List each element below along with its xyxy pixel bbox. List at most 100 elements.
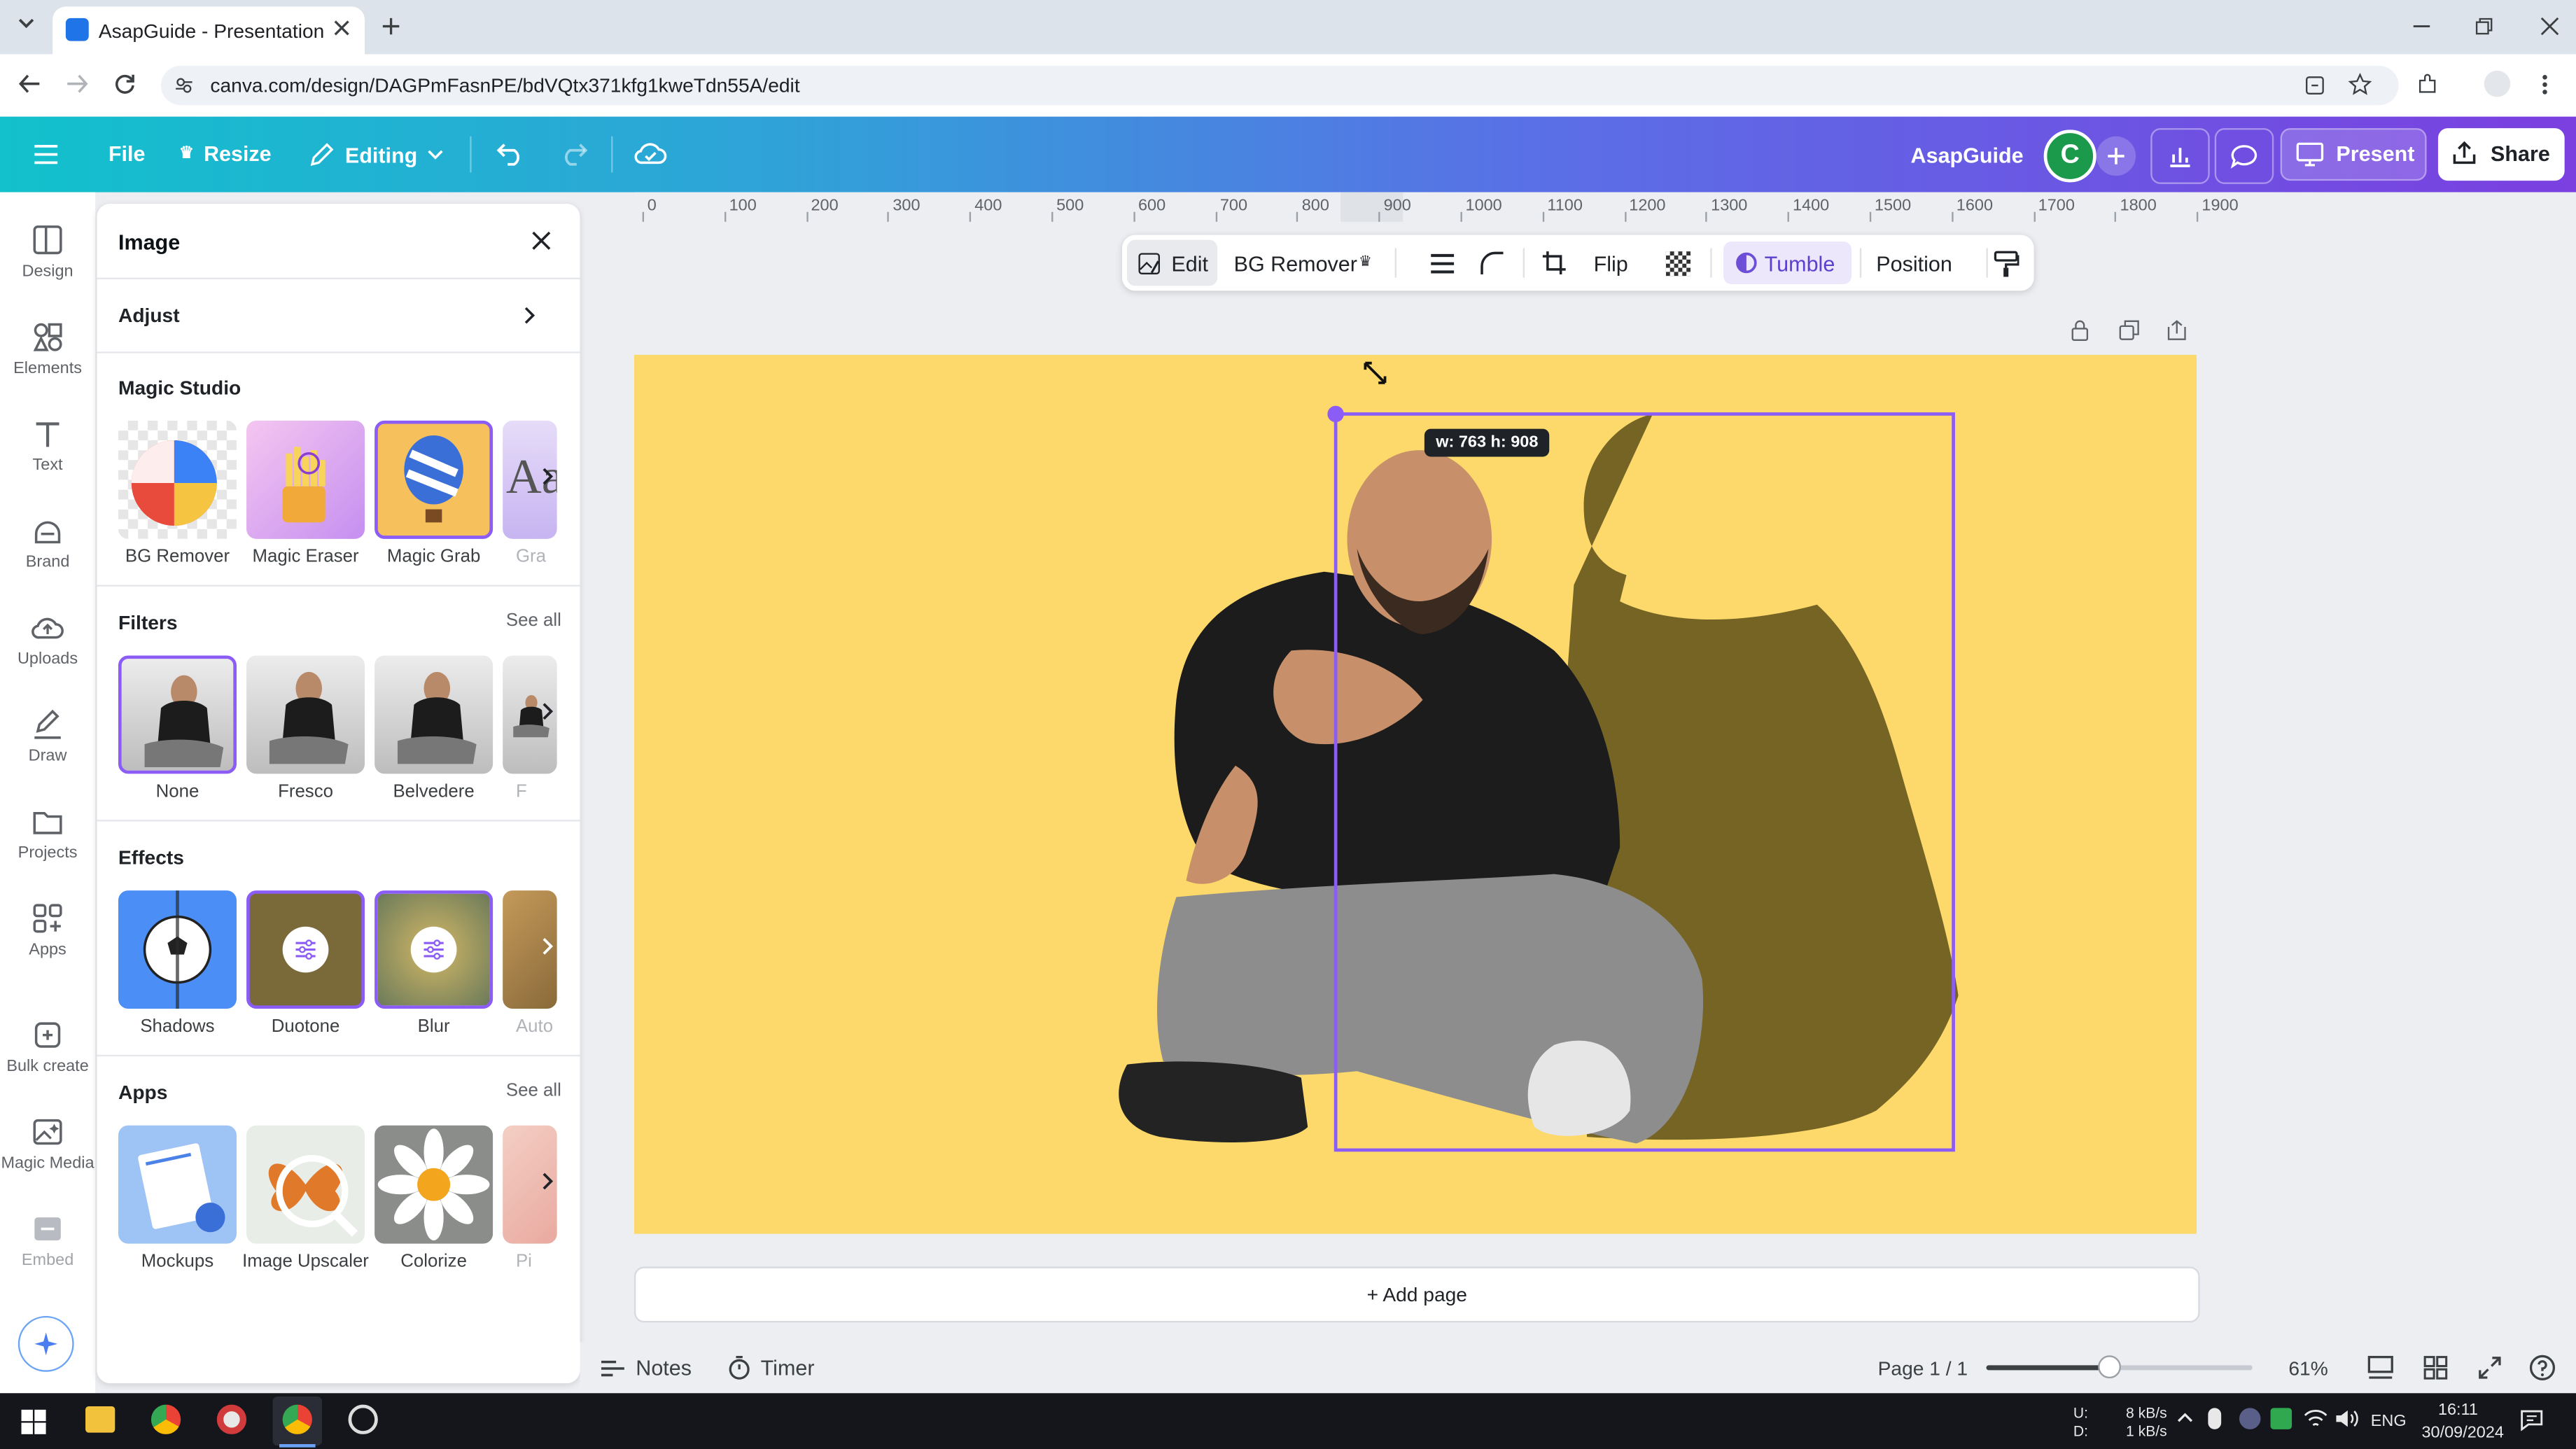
fullscreen-icon[interactable] (2477, 1355, 2502, 1380)
volume-icon[interactable] (2334, 1408, 2359, 1429)
rail-text[interactable]: Text (0, 417, 95, 475)
tumble-animation-button[interactable]: Tumble (1723, 241, 1852, 285)
rail-bulk-create[interactable]: Bulk create (0, 1018, 95, 1076)
forward-icon[interactable] (66, 72, 89, 95)
scroll-right-icon[interactable] (539, 467, 555, 486)
position-button[interactable]: Position (1876, 251, 1952, 276)
install-app-icon[interactable] (2303, 74, 2326, 97)
shadows-effect-tile[interactable] (118, 890, 237, 1009)
mockups-app-tile[interactable] (118, 1125, 237, 1244)
corner-rounding-icon[interactable] (1478, 250, 1505, 276)
cloud-saved-icon[interactable] (634, 138, 667, 167)
filter-tile[interactable] (374, 655, 493, 774)
close-window-icon[interactable] (2540, 16, 2559, 36)
windows-start-icon[interactable] (21, 1409, 46, 1434)
lock-page-icon[interactable] (2068, 318, 2092, 342)
zoom-slider[interactable] (1986, 1355, 2253, 1379)
recorder-icon[interactable] (216, 1404, 247, 1434)
resize-button[interactable]: ♛ Resize (179, 141, 272, 166)
rail-magic-media[interactable]: Magic Media (0, 1116, 95, 1173)
rail-apps[interactable]: Apps (0, 902, 95, 960)
adjust-row[interactable]: Adjust (97, 279, 580, 351)
tray-app-icon[interactable] (2239, 1408, 2261, 1429)
rail-brand[interactable]: Brand (0, 514, 95, 572)
add-page-up-icon[interactable] (2165, 318, 2188, 342)
magic-assistant-icon[interactable] (18, 1315, 74, 1372)
notifications-icon[interactable] (2520, 1410, 2543, 1432)
grid-view-icon[interactable] (2423, 1355, 2448, 1380)
undo-icon[interactable] (496, 139, 526, 166)
rail-projects[interactable]: Projects (0, 805, 95, 862)
scroll-right-icon[interactable] (539, 937, 555, 956)
clock-time[interactable]: 16:11 (2438, 1401, 2478, 1420)
comments-icon[interactable] (2214, 128, 2274, 184)
filters-see-all-link[interactable]: See all (506, 611, 561, 631)
url-text[interactable]: canva.com/design/DAGPmFasnPE/bdVQtx371kf… (210, 74, 799, 97)
scroll-right-icon[interactable] (539, 701, 555, 721)
site-info-icon[interactable] (174, 76, 194, 95)
flip-button[interactable]: Flip (1594, 251, 1628, 276)
chrome-active-icon[interactable] (282, 1404, 312, 1434)
duplicate-page-icon[interactable] (2118, 318, 2141, 342)
reload-icon[interactable] (113, 72, 136, 95)
redo-icon[interactable] (559, 139, 588, 166)
team-name[interactable]: AsapGuide (1911, 143, 2024, 167)
insights-chart-icon[interactable] (2150, 128, 2210, 184)
thumbnails-view-icon[interactable] (2367, 1355, 2394, 1380)
language-indicator[interactable]: ENG (2371, 1413, 2407, 1431)
browser-tab[interactable]: AsapGuide - Presentation (52, 6, 365, 55)
share-button[interactable]: Share (2437, 128, 2565, 181)
apps-see-all-link[interactable]: See all (506, 1081, 561, 1100)
page-indicator[interactable]: Page 1 / 1 (1878, 1357, 1968, 1380)
magic-grab-tile[interactable] (374, 420, 493, 539)
present-button[interactable]: Present (2280, 128, 2427, 181)
zoom-percent[interactable]: 61% (2288, 1357, 2328, 1380)
help-icon[interactable] (2528, 1354, 2556, 1382)
resize-handle[interactable] (1327, 405, 1344, 423)
file-explorer-icon[interactable] (85, 1406, 115, 1433)
magic-eraser-tile[interactable] (246, 420, 365, 539)
wifi-icon[interactable] (2303, 1408, 2328, 1429)
blur-effect-tile[interactable] (374, 890, 493, 1009)
copy-style-icon[interactable] (1993, 250, 2019, 278)
show-hidden-icons-icon[interactable] (2177, 1411, 2193, 1424)
clock-date[interactable]: 30/09/2024 (2421, 1424, 2503, 1443)
invite-plus-icon[interactable] (2096, 136, 2136, 176)
microphone-icon[interactable] (2208, 1408, 2222, 1429)
crop-icon[interactable] (1541, 250, 1567, 276)
minimize-icon[interactable] (2412, 16, 2431, 36)
colorize-app-tile[interactable] (374, 1125, 493, 1244)
filter-tile[interactable] (246, 655, 365, 774)
profile-avatar[interactable] (2484, 70, 2511, 97)
chrome-menu-icon[interactable] (2540, 72, 2549, 97)
bookmark-star-icon[interactable] (2348, 72, 2372, 97)
chrome-icon[interactable] (150, 1404, 181, 1434)
scroll-right-icon[interactable] (539, 1171, 555, 1191)
close-panel-icon[interactable] (531, 230, 552, 252)
rail-design[interactable]: Design (0, 223, 95, 281)
image-upscaler-app-tile[interactable] (246, 1125, 365, 1244)
border-style-icon[interactable] (1429, 253, 1456, 274)
duotone-effect-tile[interactable] (246, 890, 365, 1009)
filter-tile[interactable] (118, 655, 237, 774)
omnibox[interactable]: canva.com/design/DAGPmFasnPE/bdVQtx371kf… (161, 65, 2399, 106)
edit-image-button[interactable]: Edit (1127, 239, 1218, 286)
main-menu-icon[interactable] (33, 143, 59, 166)
restore-icon[interactable] (2474, 16, 2494, 36)
user-avatar[interactable]: C (2043, 130, 2096, 183)
editing-mode-button[interactable]: Editing (309, 141, 444, 168)
extensions-icon[interactable] (2415, 72, 2440, 97)
timer-button[interactable]: Timer (728, 1355, 815, 1380)
rail-elements[interactable]: Elements (0, 321, 95, 378)
tab-list-icon[interactable] (16, 13, 36, 33)
back-icon[interactable] (18, 72, 41, 95)
notes-button[interactable]: Notes (600, 1355, 692, 1380)
obs-icon[interactable] (348, 1404, 378, 1434)
rail-uploads[interactable]: Uploads (0, 611, 95, 668)
bg-remover-tile[interactable] (118, 420, 237, 539)
rail-embed[interactable]: Embed (0, 1212, 95, 1270)
add-page-button[interactable]: + Add page (634, 1266, 2200, 1323)
rail-draw[interactable]: Draw (0, 708, 95, 766)
close-tab-icon[interactable] (332, 18, 351, 38)
selection-box[interactable] (1334, 412, 1955, 1152)
